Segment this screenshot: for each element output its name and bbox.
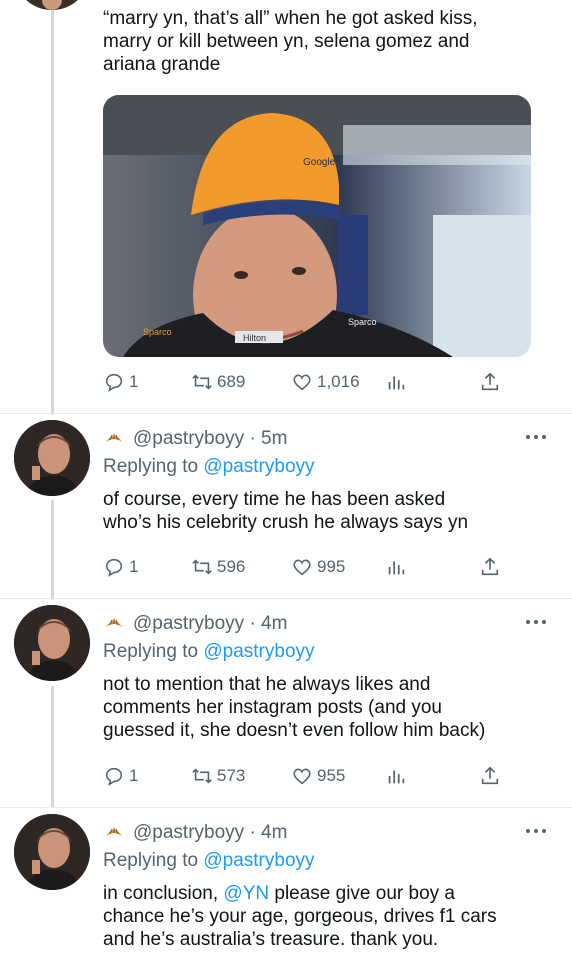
brand-left-text: Sparco <box>143 327 172 337</box>
replying-to: Replying to @pastryboyy <box>103 640 315 663</box>
timestamp[interactable]: · 4m <box>249 821 287 844</box>
analytics-icon <box>388 561 405 575</box>
separator-1 <box>0 413 572 414</box>
tweet-3-meta: @pastryboyy · 4m <box>103 612 287 635</box>
mention-link[interactable]: @YN <box>223 883 269 904</box>
avatar-top-partial[interactable] <box>14 0 90 10</box>
replying-to: Replying to @pastryboyy <box>103 455 315 478</box>
share-icon <box>481 766 499 785</box>
avatar-tweet-4[interactable] <box>14 814 90 890</box>
thread-line-1 <box>51 0 54 415</box>
retweet-icon <box>192 768 212 784</box>
tweet-2-text: of course, every time he has been asked … <box>103 489 469 533</box>
more-icon[interactable] <box>524 826 548 836</box>
tweet-4-text-before: in conclusion, <box>103 883 224 904</box>
tweet-2-meta: @pastryboyy · 5m <box>103 427 287 450</box>
share-button[interactable] <box>479 556 501 578</box>
share-icon <box>481 372 499 391</box>
analytics-button[interactable] <box>385 765 407 787</box>
timestamp[interactable]: · 5m <box>249 427 287 450</box>
timestamp[interactable]: · 4m <box>249 612 287 635</box>
croissant-emoji <box>106 433 122 442</box>
analytics-button[interactable] <box>385 371 407 393</box>
replying-prefix: Replying to <box>103 456 199 477</box>
reply-button[interactable]: 1 <box>103 556 138 578</box>
replying-to-link[interactable]: @pastryboyy <box>203 850 314 871</box>
tweet-4-text: in conclusion, @YN please give our boy a… <box>103 882 553 951</box>
like-icon <box>293 374 311 391</box>
like-button[interactable]: 995 <box>291 556 345 578</box>
analytics-icon <box>388 770 405 784</box>
avatar-tweet-3[interactable] <box>14 605 90 681</box>
like-count: 955 <box>317 766 346 785</box>
more-icon[interactable] <box>524 617 548 627</box>
tweet-1-actions: 1 689 1,016 <box>103 371 503 395</box>
retweet-button[interactable]: 596 <box>191 556 245 578</box>
croissant-emoji <box>106 618 122 627</box>
tweet-4-meta: @pastryboyy · 4m <box>103 821 287 844</box>
tweet-1-photo[interactable]: Google Hilton Sparco Sparco <box>103 95 531 357</box>
like-button[interactable]: 1,016 <box>291 371 360 393</box>
reply-count: 1 <box>129 766 139 785</box>
more-icon[interactable] <box>524 432 548 442</box>
reply-button[interactable]: 1 <box>103 765 138 787</box>
handle[interactable]: @pastryboyy <box>133 821 244 844</box>
reply-button[interactable]: 1 <box>103 371 138 393</box>
share-button[interactable] <box>479 371 501 393</box>
retweet-icon <box>192 559 212 575</box>
like-count: 1,016 <box>317 372 360 391</box>
like-button[interactable]: 955 <box>291 765 345 787</box>
tweet-2-actions: 1 596 995 <box>103 556 503 580</box>
reply-icon <box>105 767 123 786</box>
retweet-button[interactable]: 573 <box>191 765 245 787</box>
replying-to-link[interactable]: @pastryboyy <box>203 456 314 477</box>
tweet-3-actions: 1 573 955 <box>103 765 503 789</box>
separator-3 <box>0 807 572 808</box>
thread-line-2 <box>51 500 54 600</box>
shirt-text: Hilton <box>243 333 266 343</box>
tweet-1-text: “marry yn, that’s all” when he got asked… <box>103 8 478 75</box>
retweet-button[interactable]: 689 <box>191 371 245 393</box>
like-icon <box>293 559 311 576</box>
avatar-tweet-2[interactable] <box>14 420 90 496</box>
analytics-button[interactable] <box>385 556 407 578</box>
handle[interactable]: @pastryboyy <box>133 427 244 450</box>
share-icon <box>481 557 499 576</box>
like-icon <box>293 768 311 785</box>
retweet-count: 596 <box>217 557 246 576</box>
replying-to-link[interactable]: @pastryboyy <box>203 641 314 662</box>
retweet-icon <box>192 374 212 390</box>
reply-count: 1 <box>129 372 139 391</box>
retweet-count: 573 <box>217 766 246 785</box>
separator-2 <box>0 598 572 599</box>
like-count: 995 <box>317 557 346 576</box>
cap-logo-text: Google <box>303 157 336 168</box>
reply-icon <box>105 558 123 577</box>
reply-count: 1 <box>129 557 139 576</box>
tweet-3-text: not to mention that he always likes and … <box>103 674 486 741</box>
retweet-count: 689 <box>217 372 246 391</box>
reply-icon <box>105 373 123 392</box>
thread-line-3 <box>51 686 54 808</box>
replying-prefix: Replying to <box>103 641 199 662</box>
share-button[interactable] <box>479 765 501 787</box>
replying-prefix: Replying to <box>103 850 199 871</box>
croissant-emoji <box>106 827 122 836</box>
brand-right-text: Sparco <box>348 317 377 327</box>
replying-to: Replying to @pastryboyy <box>103 849 315 872</box>
analytics-icon <box>388 376 405 390</box>
handle[interactable]: @pastryboyy <box>133 612 244 635</box>
